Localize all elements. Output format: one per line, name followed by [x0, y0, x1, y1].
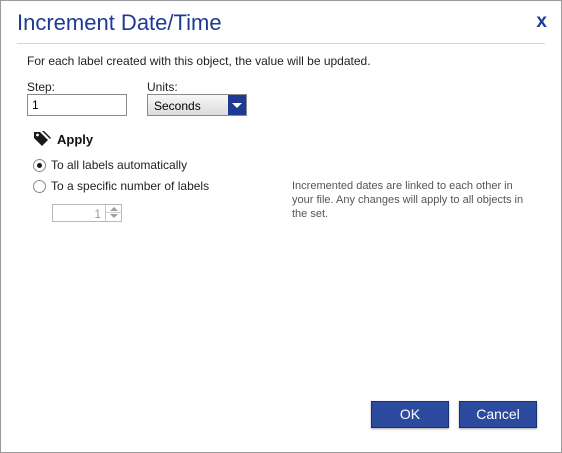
close-button[interactable]: x [536, 12, 547, 31]
description-text: For each label created with this object,… [27, 54, 371, 68]
cancel-button[interactable]: Cancel [459, 401, 537, 428]
title-divider [17, 43, 545, 44]
dialog-title: Increment Date/Time [17, 10, 222, 35]
chevron-down-icon[interactable] [106, 213, 122, 221]
step-label: Step: [27, 80, 56, 94]
radio-all-labels[interactable]: To all labels automatically [33, 158, 213, 174]
stepper-spin-buttons [105, 205, 122, 221]
tags-icon [34, 131, 51, 146]
radio-button-selected[interactable] [33, 159, 46, 172]
radio-specific-number[interactable]: To a specific number of labels [33, 179, 233, 195]
radio-specific-number-label: To a specific number of labels [51, 179, 210, 193]
radio-all-labels-label: To all labels automatically [51, 158, 188, 172]
step-input[interactable] [27, 94, 127, 116]
units-dropdown[interactable]: Seconds [147, 94, 247, 116]
chevron-up-icon[interactable] [106, 205, 122, 213]
chevron-down-icon[interactable] [228, 95, 246, 115]
increment-datetime-dialog: Increment Date/Time x For each label cre… [0, 0, 562, 453]
radio-button-unselected[interactable] [33, 180, 46, 193]
label-count-stepper[interactable]: 1 [52, 204, 122, 222]
info-note: Incremented dates are linked to each oth… [292, 180, 524, 220]
units-selected-value: Seconds [154, 99, 201, 113]
ok-button[interactable]: OK [371, 401, 449, 428]
apply-heading: Apply [57, 132, 94, 147]
label-count-value: 1 [94, 207, 101, 221]
units-label: Units: [147, 80, 178, 94]
